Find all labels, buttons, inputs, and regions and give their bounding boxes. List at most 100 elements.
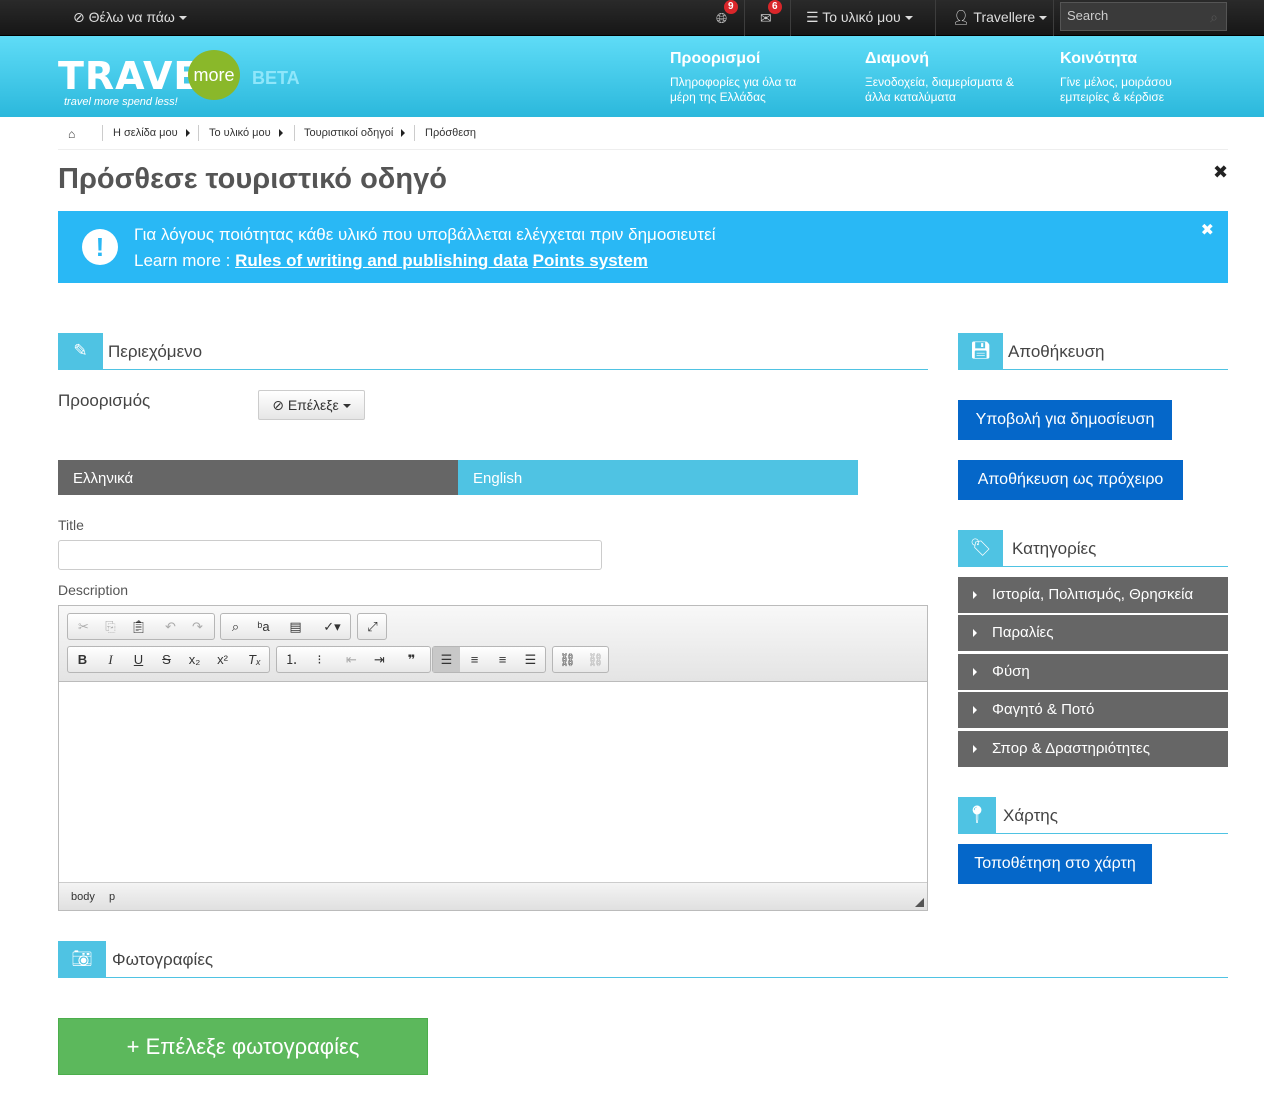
unlink-icon[interactable]: ⛓ bbox=[582, 647, 609, 672]
user-menu-dropdown[interactable]: 👤︎ Travellere bbox=[952, 9, 1048, 26]
indent-icon[interactable]: ⇥ bbox=[366, 647, 393, 672]
home-icon[interactable]: ⌂ bbox=[68, 127, 75, 141]
nav-destinations[interactable]: Προορισμοί Πληροφορίες για όλα τα μέρη τ… bbox=[670, 50, 820, 105]
points-system-link[interactable]: Points system bbox=[533, 251, 648, 270]
place-on-map-button[interactable]: Τοποθέτηση στο χάρτη bbox=[958, 844, 1152, 884]
top-navbar: ⊘ Θέλω να πάω 🌐︎ 9 ✉ 6 ☰ Το υλικό μου 👤︎… bbox=[0, 0, 1264, 36]
category-item[interactable]: Φύση bbox=[958, 654, 1228, 690]
superscript-icon[interactable]: x² bbox=[209, 647, 236, 672]
breadcrumb-label: Η σελίδα μου bbox=[113, 127, 178, 139]
destination-button-label: Επέλεξε bbox=[287, 397, 339, 413]
paste-icon[interactable]: 📋︎ bbox=[125, 614, 152, 639]
rules-link[interactable]: Rules of writing and publishing data bbox=[235, 251, 528, 270]
strikethrough-icon[interactable]: S bbox=[153, 647, 180, 672]
photos-section-title: Φωτογραφίες bbox=[112, 950, 214, 969]
destination-select-button[interactable]: ⊘ Επέλεξε bbox=[258, 390, 365, 420]
category-label: Φαγητό & Ποτό bbox=[992, 701, 1095, 718]
exclamation-icon: ! bbox=[82, 229, 118, 265]
element-path-p[interactable]: p bbox=[109, 891, 115, 903]
category-item[interactable]: Ιστορία, Πολιτισμός, Θρησκεία bbox=[958, 577, 1228, 613]
messages-button[interactable]: ✉ 6 bbox=[760, 0, 782, 27]
link-group: ⛓ ⛓ bbox=[552, 646, 609, 673]
nav-community-title: Κοινότητα bbox=[1060, 50, 1138, 67]
tab-english[interactable]: English bbox=[458, 460, 858, 495]
submit-for-publishing-button[interactable]: Υποβολή για δημοσίευση bbox=[958, 400, 1172, 440]
blockquote-icon[interactable]: ❞ bbox=[398, 647, 425, 672]
italic-icon[interactable]: I bbox=[97, 647, 124, 672]
link-icon[interactable]: ⛓ bbox=[554, 647, 581, 672]
breadcrumb: ⌂ Η σελίδα μου Το υλικό μου Τουριστικοί … bbox=[58, 122, 1228, 150]
divider bbox=[198, 125, 199, 141]
category-item[interactable]: Παραλίες bbox=[958, 615, 1228, 651]
nav-community[interactable]: Κοινότητα Γίνε μέλος, μοιράσου εμπειρίες… bbox=[1060, 50, 1210, 105]
categories-section-title: Κατηγορίες bbox=[1012, 539, 1097, 558]
info-alert: ! Για λόγους ποιότητας κάθε υλικό που υπ… bbox=[58, 211, 1228, 283]
nav-accommodation[interactable]: Διαμονή Ξενοδοχεία, διαμερίσματα & άλλα … bbox=[865, 50, 1015, 105]
editor-content-area[interactable] bbox=[59, 682, 927, 882]
underline-icon[interactable]: U bbox=[125, 647, 152, 672]
copy-icon[interactable]: ⎘ bbox=[97, 614, 124, 639]
site-header: TRAVEL more BETA travel more spend less!… bbox=[0, 36, 1264, 117]
search-input[interactable]: Search ⌕ bbox=[1060, 2, 1227, 31]
resize-handle-icon[interactable] bbox=[915, 898, 924, 907]
divider bbox=[294, 125, 295, 141]
caret-right-icon bbox=[973, 668, 977, 676]
breadcrumb-tourist-guides[interactable]: Τουριστικοί οδηγοί bbox=[304, 127, 406, 139]
find-icon[interactable]: ⌕ bbox=[222, 614, 249, 639]
select-all-icon[interactable]: ▤ bbox=[282, 614, 309, 639]
globe-icon: 🌐︎ bbox=[716, 10, 728, 26]
subscript-icon[interactable]: x₂ bbox=[181, 647, 208, 672]
caret-right-icon bbox=[973, 745, 977, 753]
breadcrumb-my-page[interactable]: Η σελίδα μου bbox=[113, 127, 190, 139]
chevron-right-icon bbox=[278, 129, 283, 138]
breadcrumb-current: Πρόσθεση bbox=[425, 127, 477, 139]
rich-text-editor: ✂ ⎘ 📋︎ ↶ ↷ ⌕ ᵇa ▤ ✓▾ ⤢ B I U S x₂ x² Tₓ … bbox=[58, 605, 928, 911]
align-center-icon[interactable]: ≡ bbox=[461, 647, 488, 672]
save-draft-button[interactable]: Αποθήκευση ως πρόχειρο bbox=[958, 460, 1183, 500]
bold-icon[interactable]: B bbox=[69, 647, 96, 672]
undo-icon[interactable]: ↶ bbox=[157, 614, 184, 639]
nav-accommodation-subtitle: Ξενοδοχεία, διαμερίσματα & άλλα καταλύμα… bbox=[865, 75, 1014, 104]
element-path-body[interactable]: body bbox=[71, 891, 95, 903]
title-label: Title bbox=[58, 517, 84, 533]
notifications-button[interactable]: 🌐︎ 9 bbox=[716, 0, 738, 27]
alert-close-icon[interactable]: ✖ bbox=[1201, 220, 1214, 240]
search-icon[interactable]: ⌕ bbox=[1210, 9, 1218, 26]
nav-destinations-title: Προορισμοί bbox=[670, 50, 761, 67]
chevron-right-icon bbox=[401, 129, 406, 138]
close-icon[interactable]: ✖ bbox=[1213, 162, 1228, 183]
spellcheck-icon[interactable]: ✓▾ bbox=[314, 614, 350, 639]
maximize-icon[interactable]: ⤢ bbox=[359, 614, 386, 639]
remove-format-icon[interactable]: Tₓ bbox=[241, 647, 268, 672]
replace-icon[interactable]: ᵇa bbox=[250, 614, 277, 639]
title-input[interactable] bbox=[58, 540, 602, 570]
compass-icon: ⊘ bbox=[73, 9, 85, 25]
cut-icon[interactable]: ✂ bbox=[70, 614, 97, 639]
caret-right-icon bbox=[973, 706, 977, 714]
redo-icon[interactable]: ↷ bbox=[184, 614, 211, 639]
messages-badge: 6 bbox=[768, 0, 782, 14]
my-content-dropdown[interactable]: ☰ Το υλικό μου bbox=[806, 9, 913, 26]
alert-message: Για λόγους ποιότητας κάθε υλικό που υποβ… bbox=[134, 225, 716, 244]
outdent-icon[interactable]: ⇤ bbox=[338, 647, 365, 672]
justify-icon[interactable]: ☰ bbox=[517, 647, 544, 672]
bullet-list-icon[interactable]: ⁝ bbox=[306, 647, 333, 672]
category-item[interactable]: Φαγητό & Ποτό bbox=[958, 692, 1228, 728]
breadcrumb-my-content[interactable]: Το υλικό μου bbox=[209, 127, 283, 139]
where-to-go-dropdown[interactable]: ⊘ Θέλω να πάω bbox=[73, 9, 187, 26]
choose-photos-button[interactable]: + Επέλεξε φωτογραφίες bbox=[58, 1018, 428, 1075]
notifications-badge: 9 bbox=[724, 0, 738, 14]
caret-down-icon bbox=[178, 16, 187, 21]
list-group: ⒈ ⁝ ⇤ ⇥ ❞ bbox=[276, 646, 431, 673]
numbered-list-icon[interactable]: ⒈ bbox=[278, 647, 305, 672]
align-right-icon[interactable]: ≡ bbox=[489, 647, 516, 672]
align-left-icon[interactable]: ☰ bbox=[433, 647, 460, 672]
divider bbox=[935, 0, 936, 36]
tab-greek[interactable]: Ελληνικά bbox=[58, 460, 458, 495]
map-marker-icon: 📍︎ bbox=[958, 797, 996, 833]
editor-status-bar: body p bbox=[59, 882, 927, 910]
category-item[interactable]: Σπορ & Δραστηριότητες bbox=[958, 731, 1228, 767]
tags-icon: 🏷︎ bbox=[958, 530, 1003, 566]
where-to-go-label: Θέλω να πάω bbox=[88, 9, 175, 25]
category-label: Ιστορία, Πολιτισμός, Θρησκεία bbox=[992, 586, 1194, 603]
